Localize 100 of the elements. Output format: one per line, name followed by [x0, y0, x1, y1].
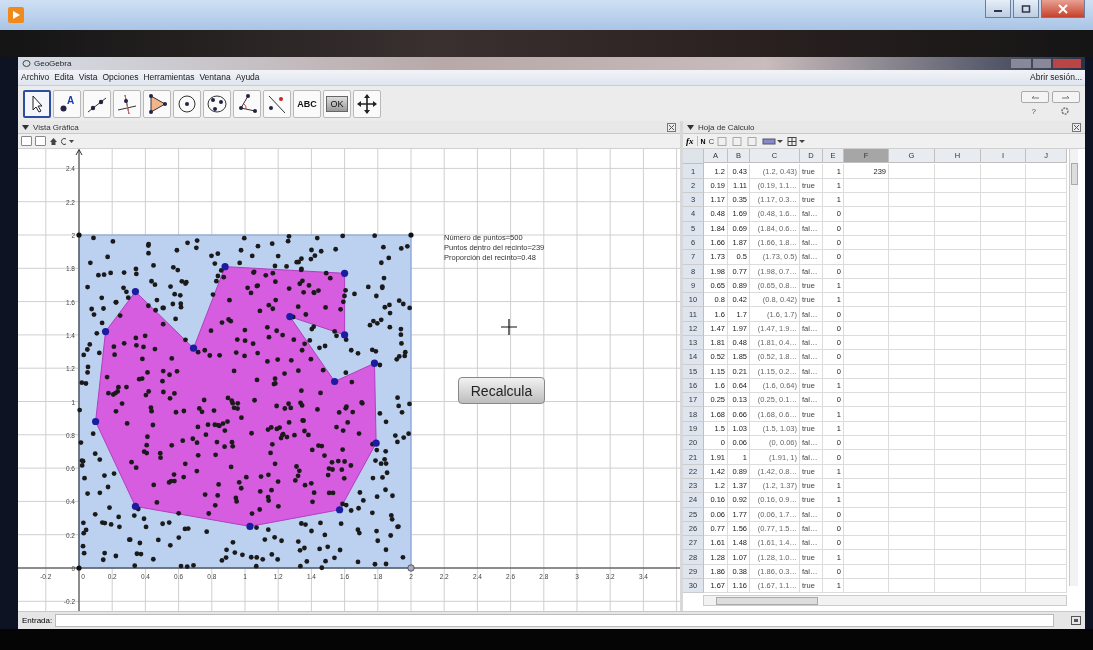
empty-cell — [981, 321, 1026, 336]
recalculate-button[interactable]: Recalcula — [458, 377, 545, 405]
home-icon[interactable] — [49, 136, 58, 146]
close-button[interactable] — [1041, 0, 1085, 18]
vertex-point[interactable] — [341, 331, 349, 339]
close-icon[interactable] — [667, 122, 676, 132]
vertex-point[interactable] — [331, 378, 339, 386]
corner-point[interactable] — [76, 232, 82, 238]
vertex-point[interactable] — [246, 523, 254, 531]
vertex-point[interactable] — [131, 503, 140, 511]
help-button[interactable]: ? — [1031, 106, 1036, 116]
tool-button[interactable] — [113, 89, 141, 118]
menu-item[interactable]: Archivo — [21, 72, 50, 83]
empty-cell — [981, 378, 1026, 394]
tool-button[interactable] — [173, 89, 201, 118]
empty-cell — [889, 250, 935, 265]
empty-cell — [1026, 264, 1067, 279]
empty-cell — [935, 464, 981, 479]
empty-cell — [844, 193, 889, 208]
empty-cell — [844, 321, 889, 336]
empty-cell — [1026, 364, 1067, 379]
tool-button[interactable]: A — [53, 89, 81, 118]
tool-button[interactable]: ABC — [293, 89, 321, 118]
menu-item[interactable]: Opciones — [102, 72, 139, 83]
border-dropdown-icon[interactable] — [787, 136, 808, 146]
empty-cell — [981, 307, 1026, 322]
tool-button[interactable] — [353, 89, 381, 118]
empty-cell — [981, 550, 1026, 565]
minimize-button[interactable] — [985, 0, 1011, 18]
polygon[interactable] — [95, 266, 377, 528]
italic-button[interactable]: C — [708, 136, 715, 146]
empty-cell — [935, 293, 981, 308]
empty-cell — [844, 507, 889, 522]
empty-cell — [935, 579, 981, 594]
corner-point[interactable] — [76, 565, 82, 571]
empty-cell — [889, 193, 935, 208]
vertex-point[interactable] — [189, 344, 198, 353]
tool-button[interactable] — [263, 89, 291, 118]
axes-toggle-button[interactable] — [21, 136, 32, 147]
color-dropdown-icon[interactable] — [762, 136, 785, 146]
empty-cell — [935, 235, 981, 251]
move-arrows-icon — [356, 92, 378, 115]
vertex-point[interactable] — [370, 359, 379, 368]
vertex-point[interactable] — [92, 418, 100, 426]
formula-button[interactable]: fx — [686, 136, 698, 147]
tool-button[interactable] — [233, 89, 261, 118]
empty-cell — [889, 450, 935, 465]
empty-cell — [889, 378, 935, 394]
menu-item[interactable]: Ventana — [199, 72, 231, 83]
dropdown-icon[interactable] — [61, 136, 75, 146]
corner-point[interactable] — [408, 232, 414, 238]
vertical-scrollbar[interactable] — [1069, 149, 1078, 587]
grid-toggle-button[interactable] — [35, 136, 46, 147]
settings-icon[interactable] — [1059, 106, 1070, 117]
empty-cell — [935, 450, 981, 465]
empty-cell — [981, 579, 1026, 594]
collapse-triangle-icon[interactable] — [687, 124, 694, 130]
empty-cell — [889, 221, 935, 236]
empty-cell — [1026, 164, 1067, 179]
vertex-point[interactable] — [372, 439, 380, 448]
tool-button[interactable] — [23, 89, 51, 118]
empty-cell — [981, 493, 1026, 508]
menu-item[interactable]: Ayuda — [235, 72, 260, 83]
tool-button[interactable] — [143, 89, 171, 118]
tool-button[interactable] — [83, 89, 111, 118]
empty-cell — [935, 307, 981, 322]
empty-cell — [935, 436, 981, 451]
empty-cell — [889, 307, 935, 322]
vertex-point[interactable] — [341, 270, 349, 278]
empty-cell — [981, 478, 1026, 494]
vertex-point[interactable] — [101, 328, 110, 336]
login-link[interactable]: Abrir sesión... — [1030, 72, 1082, 83]
empty-cell — [889, 536, 935, 551]
angle-icon — [236, 92, 258, 115]
horizontal-scrollbar[interactable] — [703, 595, 1067, 607]
input-field[interactable] — [55, 614, 1054, 628]
empty-cell — [844, 378, 889, 394]
tool-button[interactable] — [203, 89, 231, 118]
empty-cell — [1026, 464, 1067, 479]
maximize-button[interactable] — [1013, 0, 1039, 18]
empty-cell — [935, 493, 981, 508]
empty-cell — [844, 207, 889, 222]
empty-cell — [935, 364, 981, 379]
empty-cell — [844, 436, 889, 451]
close-icon[interactable] — [1072, 122, 1081, 132]
menu-item[interactable]: Edita — [54, 72, 74, 83]
empty-cell — [1026, 521, 1067, 537]
menu-item[interactable]: Vista — [78, 72, 98, 83]
window-controls-icon[interactable] — [1011, 58, 1081, 68]
vertex-point[interactable] — [221, 263, 229, 271]
vertex-point[interactable] — [286, 313, 294, 321]
empty-cell — [935, 564, 981, 580]
triangle-icon — [146, 92, 168, 115]
empty-cell — [1026, 536, 1067, 551]
keyboard-icon[interactable] — [1071, 616, 1081, 626]
vertex-point[interactable] — [336, 506, 344, 514]
vertex-point[interactable] — [131, 288, 140, 296]
collapse-triangle-icon[interactable] — [22, 124, 29, 130]
tool-button[interactable]: OK — [323, 89, 351, 118]
menu-item[interactable]: Herramientas — [143, 72, 195, 83]
